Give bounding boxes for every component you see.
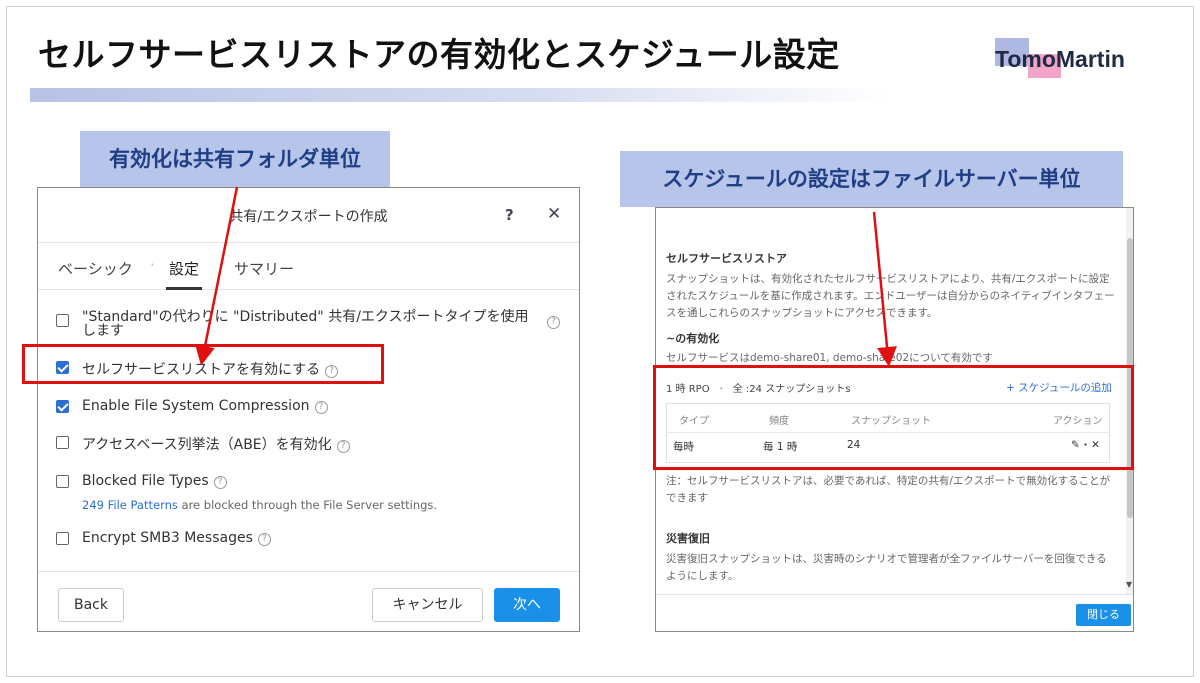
annotation-arrows	[195, 186, 897, 367]
arrow-left	[195, 186, 239, 366]
arrow-right	[872, 211, 897, 367]
